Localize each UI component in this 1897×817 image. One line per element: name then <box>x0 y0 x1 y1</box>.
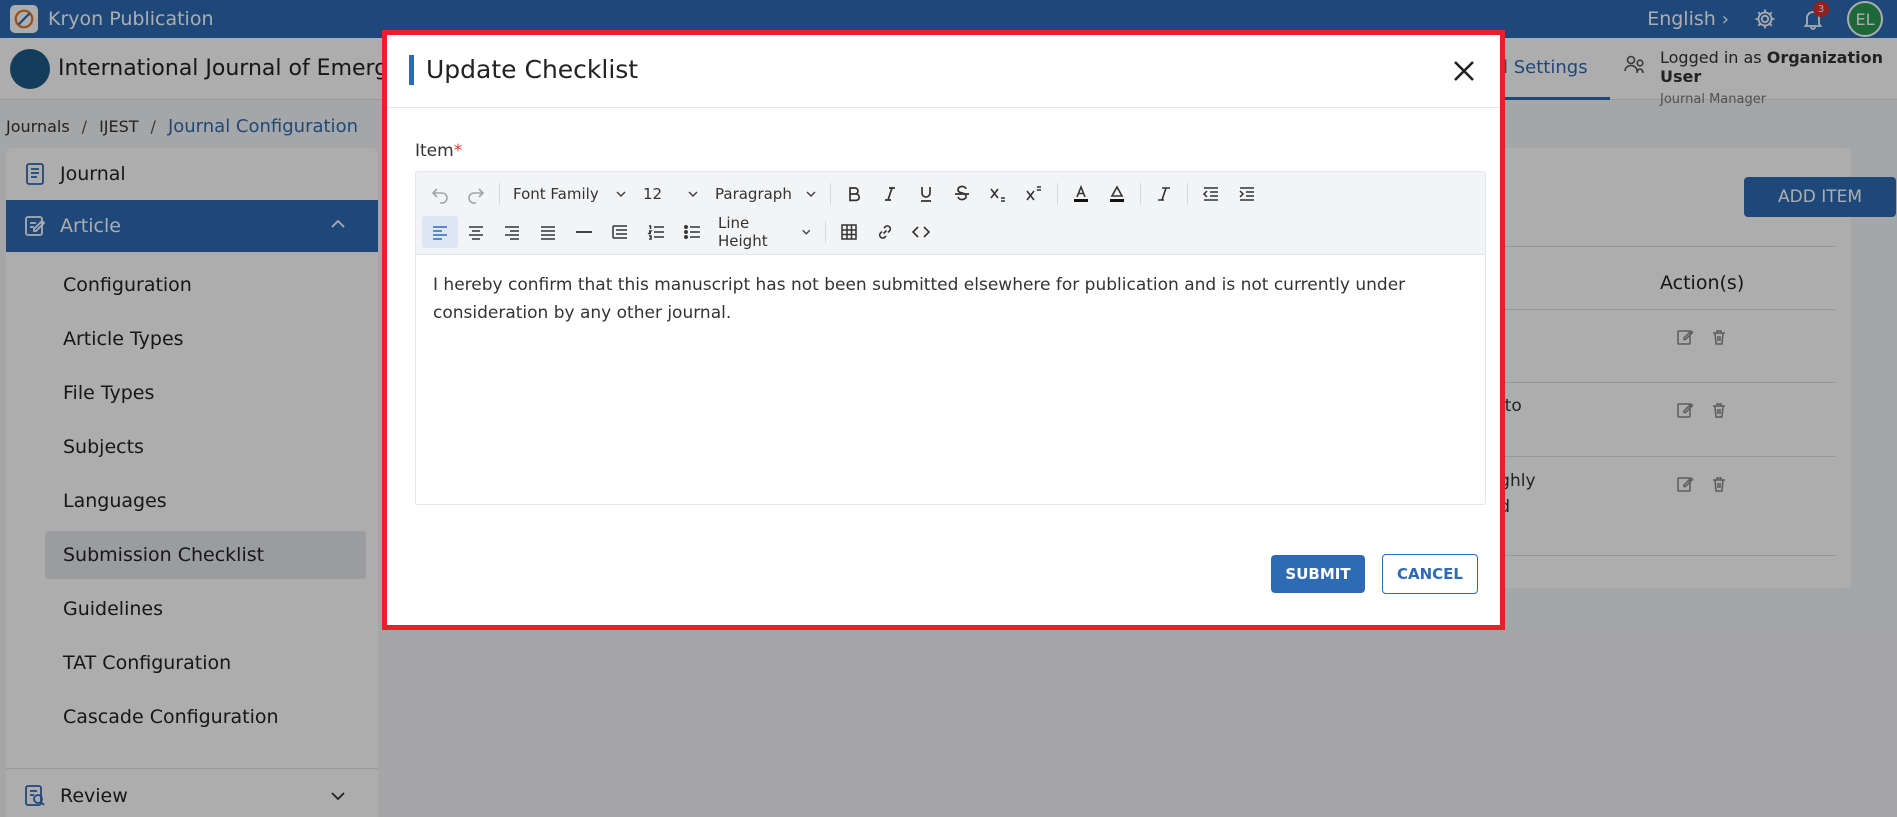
numbered-list-icon <box>647 225 664 240</box>
toolbar-separator <box>1187 183 1188 205</box>
horizontal-rule-button[interactable] <box>566 216 602 248</box>
subscript-icon <box>990 188 1005 202</box>
table-icon <box>841 224 857 240</box>
block-indent-icon <box>612 225 627 239</box>
line-height-value: Line Height <box>718 214 768 250</box>
strikethrough-icon <box>955 185 969 201</box>
align-left-icon <box>433 226 447 240</box>
cancel-button[interactable]: CANCEL <box>1382 554 1478 594</box>
strikethrough-button[interactable] <box>944 178 980 210</box>
chevron-down-icon <box>806 191 816 198</box>
block-format-select[interactable]: Paragraph <box>707 178 825 210</box>
indent-icon <box>1239 187 1254 201</box>
clear-format-button[interactable] <box>1146 178 1182 210</box>
numbered-list-button[interactable] <box>638 216 674 248</box>
text-color-icon <box>1074 184 1088 202</box>
link-button[interactable] <box>867 216 903 248</box>
toolbar-separator <box>499 183 500 205</box>
align-center-button[interactable] <box>458 216 494 248</box>
line-height-select[interactable]: Line Height <box>710 214 820 250</box>
bullet-list-icon <box>684 225 700 239</box>
align-justify-icon <box>541 226 555 240</box>
indent-button[interactable] <box>1229 178 1265 210</box>
align-left-button[interactable] <box>422 216 458 248</box>
required-marker: * <box>453 141 463 161</box>
undo-icon <box>431 188 448 204</box>
font-family-select[interactable]: Font Family <box>505 178 635 210</box>
outdent-button[interactable] <box>1193 178 1229 210</box>
rich-text-editor: Font Family 12 Paragraph Line Height I h… <box>415 171 1486 505</box>
font-family-value: Font Family <box>513 185 599 203</box>
italic-icon <box>885 187 895 201</box>
align-right-button[interactable] <box>494 216 530 248</box>
outdent-icon <box>1202 187 1218 201</box>
text-color-button[interactable] <box>1063 178 1099 210</box>
highlight-color-button[interactable] <box>1099 178 1135 210</box>
toolbar-separator <box>830 183 831 205</box>
superscript-button[interactable] <box>1016 178 1052 210</box>
redo-button[interactable] <box>458 178 494 210</box>
align-right-icon <box>505 226 519 240</box>
underline-button[interactable] <box>908 178 944 210</box>
close-icon <box>1454 61 1474 81</box>
font-size-select[interactable]: 12 <box>635 178 707 210</box>
subscript-button[interactable] <box>980 178 1016 210</box>
horizontal-rule-icon <box>576 231 592 233</box>
item-label: Item* <box>415 141 463 161</box>
modal-title: Update Checklist <box>409 55 638 85</box>
bullet-list-button[interactable] <box>674 216 710 248</box>
block-format-value: Paragraph <box>715 185 792 203</box>
clear-format-icon <box>1158 187 1170 201</box>
editor-content[interactable]: I hereby confirm that this manuscript ha… <box>416 255 1485 343</box>
modal-header: Update Checklist <box>387 35 1500 108</box>
toolbar-separator <box>1140 183 1141 205</box>
code-icon <box>911 226 931 238</box>
update-checklist-modal: Update Checklist Item* Font Family 12 Pa… <box>382 30 1505 630</box>
underline-icon <box>921 187 931 202</box>
block-indent-button[interactable] <box>602 216 638 248</box>
source-code-button[interactable] <box>903 216 939 248</box>
align-justify-button[interactable] <box>530 216 566 248</box>
bold-icon <box>849 187 860 202</box>
editor-toolbar: Font Family 12 Paragraph Line Height <box>416 172 1485 255</box>
highlight-color-icon <box>1110 185 1124 202</box>
align-center-icon <box>469 226 483 240</box>
table-button[interactable] <box>831 216 867 248</box>
undo-button[interactable] <box>422 178 458 210</box>
chevron-down-icon <box>616 191 626 198</box>
submit-button[interactable]: SUBMIT <box>1271 555 1365 593</box>
toolbar-separator <box>1057 183 1058 205</box>
redo-icon <box>468 188 485 204</box>
link-icon <box>878 225 892 239</box>
chevron-down-icon <box>688 191 698 198</box>
close-button[interactable] <box>1448 55 1480 87</box>
chevron-down-icon <box>802 229 811 235</box>
italic-button[interactable] <box>872 178 908 210</box>
toolbar-separator <box>825 221 826 243</box>
font-size-value: 12 <box>643 185 663 203</box>
bold-button[interactable] <box>836 178 872 210</box>
superscript-icon <box>1026 186 1041 201</box>
